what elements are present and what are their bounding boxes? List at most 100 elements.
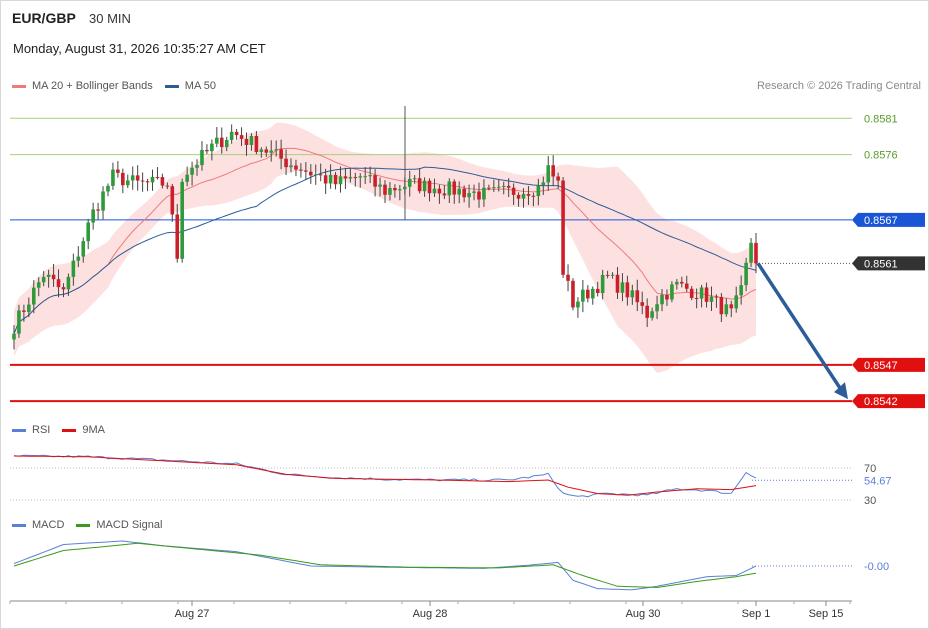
candle-body — [482, 187, 486, 200]
chart-canvas[interactable]: 0.8581 0.8576 0.8567 0.8561 0.8547 0.8542 7054… — [0, 0, 929, 629]
candle-body — [501, 185, 506, 187]
candle-body — [86, 222, 90, 242]
macd-series-1 — [13, 542, 757, 589]
candle-body — [318, 174, 323, 176]
candle-body — [284, 158, 288, 168]
candle-body — [506, 185, 511, 188]
candle-body — [640, 302, 645, 306]
candle-body — [709, 296, 714, 302]
candle-body — [22, 310, 26, 312]
candle-body — [239, 135, 244, 139]
candle-body — [190, 167, 194, 175]
candle-body — [91, 209, 95, 223]
candle-body — [111, 169, 115, 186]
x-tick-label-3: Sep 1 — [742, 608, 771, 620]
candle-body — [694, 297, 699, 299]
candle-body — [180, 181, 184, 259]
candle-body — [561, 180, 565, 275]
candle-body — [660, 294, 664, 305]
candle-body — [215, 137, 219, 144]
bollinger-band — [14, 122, 756, 373]
candle-body — [27, 304, 31, 312]
candle-body — [259, 149, 264, 152]
candle-body — [684, 283, 689, 289]
candle-body — [516, 194, 521, 199]
candle-body — [442, 193, 447, 196]
candle-body — [422, 180, 427, 192]
candle-body — [749, 242, 753, 263]
candle-body — [734, 295, 739, 309]
candle-body — [699, 287, 704, 299]
candle-body — [125, 180, 130, 186]
level-label-5: 0.8542 — [864, 396, 898, 408]
candle-body — [313, 174, 318, 176]
candle-body — [586, 289, 590, 299]
candle-body — [289, 165, 293, 168]
candle-body — [358, 176, 363, 178]
level-label-4: 0.8547 — [864, 360, 898, 372]
x-tick-label-0: Aug 27 — [175, 608, 210, 620]
candle-body — [635, 290, 640, 303]
candle-body — [605, 274, 610, 276]
level-label-3: 0.8561 — [864, 258, 898, 270]
candle-body — [299, 169, 303, 171]
rsi-tick-0: 70 — [864, 463, 876, 475]
candle-body — [531, 195, 536, 197]
candle-body — [472, 191, 476, 193]
candle-body — [61, 287, 66, 290]
candle-body — [610, 274, 615, 276]
candle-body — [724, 304, 729, 315]
x-tick-label-4: Sep 15 — [809, 608, 844, 620]
candle-body — [526, 193, 531, 196]
candle-body — [620, 282, 625, 293]
candle-body — [581, 289, 585, 302]
candle-body — [452, 181, 457, 195]
candle-body — [219, 137, 224, 148]
candle-body — [46, 274, 51, 277]
candle-body — [121, 172, 125, 186]
candle-body — [269, 150, 274, 153]
candle-body — [600, 274, 605, 294]
candle-body — [689, 288, 694, 298]
candle-body — [630, 290, 635, 298]
candle-body — [744, 262, 748, 286]
forecast-arrow — [756, 262, 844, 393]
level-label-2: 0.8567 — [864, 215, 898, 227]
candle-body — [477, 191, 481, 200]
candle-body — [714, 296, 719, 298]
rsi-tick-1: 54.67 — [864, 475, 892, 487]
candle-body — [595, 288, 600, 294]
candle-body — [368, 175, 372, 177]
candle-body — [388, 187, 392, 195]
candle-body — [496, 186, 501, 188]
candle-body — [650, 311, 654, 318]
candle-body — [521, 193, 526, 199]
candle-body — [66, 276, 71, 290]
candle-body — [566, 274, 570, 281]
candle-body — [590, 288, 595, 299]
candle-body — [224, 140, 229, 148]
candle-body — [432, 188, 437, 194]
candle-body — [625, 282, 630, 298]
candle-body — [393, 187, 397, 191]
candle-body — [145, 181, 150, 183]
candle-body — [96, 209, 100, 211]
candle-body — [383, 184, 387, 195]
x-tick-label-2: Aug 30 — [626, 608, 661, 620]
candle-body — [36, 282, 41, 288]
candle-body — [328, 174, 333, 184]
candle-body — [754, 242, 758, 264]
candle-body — [244, 138, 249, 145]
candle-body — [665, 294, 669, 300]
candle-body — [185, 174, 189, 182]
candle-body — [680, 281, 684, 284]
candle-body — [254, 135, 259, 152]
candle-body — [116, 169, 120, 173]
candle-body — [323, 175, 328, 184]
candle-body — [427, 180, 432, 194]
candle-body — [294, 165, 298, 170]
macd-series-0 — [13, 540, 757, 591]
candle-body — [363, 176, 368, 178]
candle-body — [106, 185, 110, 192]
candle-body — [467, 192, 471, 198]
